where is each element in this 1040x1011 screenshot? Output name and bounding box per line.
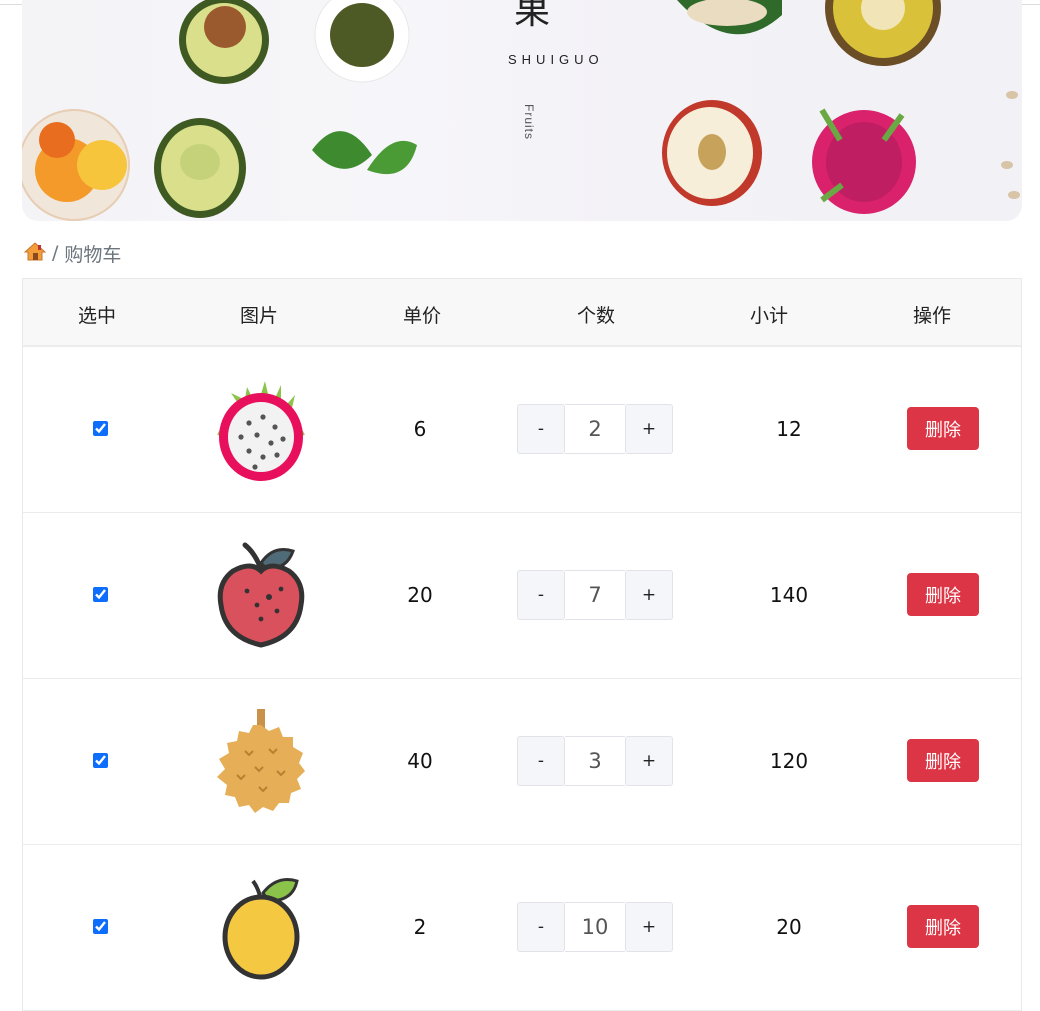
table-row: 20 - + 140 删除 (23, 513, 1021, 679)
row-subtotal: 140 (769, 583, 809, 607)
header-image: 图片 (239, 305, 279, 327)
table-row: 2 - + 20 删除 (23, 845, 1021, 1011)
delete-button[interactable]: 删除 (907, 573, 979, 616)
quantity-input[interactable] (565, 570, 625, 620)
quantity-stepper: - + (517, 736, 673, 786)
increase-button[interactable]: + (625, 404, 673, 454)
quantity-stepper: - + (517, 902, 673, 952)
table-row: 6 - + 12 删除 (23, 347, 1021, 513)
header-action: 操作 (912, 305, 952, 327)
increase-button[interactable]: + (625, 736, 673, 786)
unit-price: 6 (413, 417, 427, 441)
house-icon[interactable] (23, 241, 47, 266)
breadcrumb-separator: / (52, 242, 59, 264)
increase-button[interactable]: + (625, 570, 673, 620)
quantity-stepper: - + (517, 404, 673, 454)
header-quantity: 个数 (576, 305, 616, 327)
decrease-button[interactable]: - (517, 736, 565, 786)
banner-title: 果 (514, 0, 551, 32)
fruit-banner: 果 SHUIGUO Fruits (22, 0, 1022, 221)
quantity-input[interactable] (565, 902, 625, 952)
cart-table: 选中 图片 单价 个数 小计 操作 6 - + 12 删除 (22, 278, 1022, 1011)
lemon-icon (222, 878, 300, 980)
dragon-fruit-icon (217, 381, 305, 481)
header-price: 单价 (402, 305, 442, 327)
row-select-checkbox[interactable] (93, 421, 108, 436)
row-subtotal: 120 (769, 749, 809, 773)
decrease-button[interactable]: - (517, 902, 565, 952)
banner-english: Fruits (522, 104, 536, 140)
decrease-button[interactable]: - (517, 404, 565, 454)
unit-price: 2 (413, 915, 427, 939)
delete-button[interactable]: 删除 (907, 905, 979, 948)
row-select-checkbox[interactable] (93, 753, 108, 768)
delete-button[interactable]: 删除 (907, 407, 979, 450)
lychee-icon (217, 542, 305, 648)
header-subtotal: 小计 (749, 305, 789, 327)
table-row: 40 - + 120 删除 (23, 679, 1021, 845)
row-subtotal: 20 (776, 915, 802, 939)
increase-button[interactable]: + (625, 902, 673, 952)
quantity-input[interactable] (565, 404, 625, 454)
breadcrumb-current: 购物车 (64, 243, 122, 266)
row-subtotal: 12 (776, 417, 802, 441)
unit-price: 20 (407, 583, 433, 607)
unit-price: 40 (407, 749, 433, 773)
banner-pinyin: SHUIGUO (508, 52, 604, 67)
breadcrumb: / 购物车 (23, 240, 122, 266)
table-header: 选中 图片 单价 个数 小计 操作 (23, 279, 1021, 347)
delete-button[interactable]: 删除 (907, 739, 979, 782)
quantity-stepper: - + (517, 570, 673, 620)
quantity-input[interactable] (565, 736, 625, 786)
row-select-checkbox[interactable] (93, 587, 108, 602)
row-select-checkbox[interactable] (93, 919, 108, 934)
durian-icon (217, 709, 305, 813)
decrease-button[interactable]: - (517, 570, 565, 620)
header-select: 选中 (77, 305, 117, 327)
